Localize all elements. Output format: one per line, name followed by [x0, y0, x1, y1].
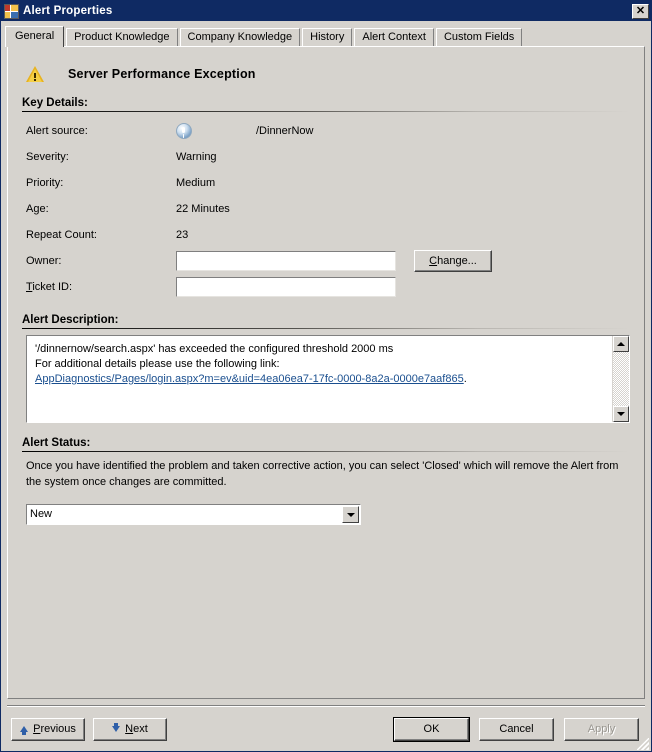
description-link-suffix: . — [463, 373, 467, 385]
alert-status-heading: Alert Status: — [22, 437, 91, 449]
ticket-row: Ticket ID: — [26, 274, 630, 300]
warning-triangle-icon — [26, 65, 44, 83]
chevron-down-icon[interactable] — [342, 506, 359, 523]
alert-header: Server Performance Exception — [22, 57, 630, 91]
app-window-icon — [4, 3, 19, 19]
tab-alert-context[interactable]: Alert Context — [354, 28, 434, 46]
scroll-up-arrow-icon[interactable] — [613, 336, 629, 352]
alert-source-icon — [176, 123, 192, 139]
priority-value: Medium — [176, 177, 216, 189]
section-divider — [22, 328, 630, 329]
ticket-id-input[interactable] — [176, 277, 396, 297]
resize-grip[interactable] — [637, 738, 649, 750]
priority-label: Priority: — [26, 177, 64, 189]
key-details-heading: Key Details: — [22, 97, 88, 109]
tab-page-general: Server Performance Exception Key Details… — [7, 46, 645, 699]
change-button-label: hange... — [437, 255, 477, 267]
table-row: Age: 22 Minutes — [26, 196, 630, 222]
section-divider — [22, 451, 630, 452]
change-button-accel: C — [429, 255, 438, 267]
alert-description-box[interactable]: '/dinnernow/search.aspx' has exceeded th… — [26, 335, 630, 423]
alert-source-label: Alert source: — [26, 125, 88, 137]
arrow-down-icon — [112, 723, 121, 732]
owner-input[interactable] — [176, 251, 396, 271]
cancel-button[interactable]: Cancel — [479, 717, 554, 741]
ticket-id-label: Ticket ID: — [26, 281, 176, 293]
dialog-footer: Previous Next OK Cancel Apply — [1, 707, 651, 751]
owner-label: Owner: — [26, 255, 62, 267]
alert-description-text: '/dinnernow/search.aspx' has exceeded th… — [27, 336, 612, 422]
alert-status-value: New — [30, 508, 53, 520]
previous-button-label: Previous — [33, 723, 76, 735]
close-icon[interactable]: ✕ — [632, 3, 649, 19]
key-details-list: Alert source: /DinnerNow Severity: Warni… — [22, 118, 630, 300]
next-button[interactable]: Next — [93, 717, 167, 741]
tab-product-knowledge[interactable]: Product Knowledge — [66, 28, 178, 46]
arrow-up-icon — [20, 726, 29, 735]
age-label: Age: — [26, 203, 49, 215]
alert-status-description: Once you have identified the problem and… — [26, 460, 619, 488]
repeat-count-label: Repeat Count: — [26, 229, 97, 241]
tab-company-knowledge[interactable]: Company Knowledge — [179, 28, 301, 46]
previous-button[interactable]: Previous — [11, 717, 85, 741]
next-button-label: Next — [125, 723, 148, 735]
tab-general[interactable]: General — [5, 26, 65, 47]
alert-source-value: /DinnerNow — [256, 125, 314, 137]
tab-custom-fields[interactable]: Custom Fields — [435, 28, 523, 46]
footer-action-buttons: OK Cancel Apply — [393, 716, 639, 742]
window-titlebar: Alert Properties ✕ — [1, 1, 651, 21]
key-details-section: Key Details: Alert source: /DinnerNow Se… — [22, 97, 630, 300]
apply-button: Apply — [564, 717, 639, 741]
description-line-3: AppDiagnostics/Pages/login.aspx?m=ev&uid… — [35, 372, 604, 387]
table-row: Alert source: /DinnerNow — [26, 118, 630, 144]
table-row: Priority: Medium — [26, 170, 630, 196]
alert-status-section: Alert Status: Once you have identified t… — [22, 437, 630, 525]
owner-row: Owner: Change... — [26, 248, 630, 274]
alert-title: Server Performance Exception — [68, 67, 256, 81]
ticket-label-rest: icket ID: — [32, 281, 73, 293]
description-line-1: '/dinnernow/search.aspx' has exceeded th… — [35, 343, 394, 355]
diagnostics-link[interactable]: AppDiagnostics/Pages/login.aspx?m=ev&uid… — [35, 373, 464, 385]
tab-history[interactable]: History — [302, 28, 353, 46]
alert-description-heading: Alert Description: — [22, 314, 119, 326]
alert-status-dropdown[interactable]: New — [26, 504, 361, 525]
repeat-count-value: 23 — [176, 229, 189, 241]
change-owner-button[interactable]: Change... — [414, 250, 492, 272]
age-value: 22 Minutes — [176, 203, 230, 215]
severity-label: Severity: — [26, 151, 69, 163]
table-row: Repeat Count: 23 — [26, 222, 630, 248]
ok-button[interactable]: OK — [393, 716, 470, 742]
severity-value: Warning — [176, 151, 217, 163]
description-scrollbar[interactable] — [612, 336, 629, 422]
description-line-2: For additional details please use the fo… — [35, 358, 280, 370]
section-divider — [22, 111, 630, 112]
window-title: Alert Properties — [23, 5, 113, 17]
alert-description-section: Alert Description: '/dinnernow/search.as… — [22, 314, 630, 423]
table-row: Severity: Warning — [26, 144, 630, 170]
scroll-down-arrow-icon[interactable] — [613, 406, 629, 422]
alert-properties-dialog: Alert Properties ✕ General Product Knowl… — [0, 0, 652, 752]
tab-bar: General Product Knowledge Company Knowle… — [1, 21, 651, 47]
scrollbar-track[interactable] — [613, 352, 629, 406]
